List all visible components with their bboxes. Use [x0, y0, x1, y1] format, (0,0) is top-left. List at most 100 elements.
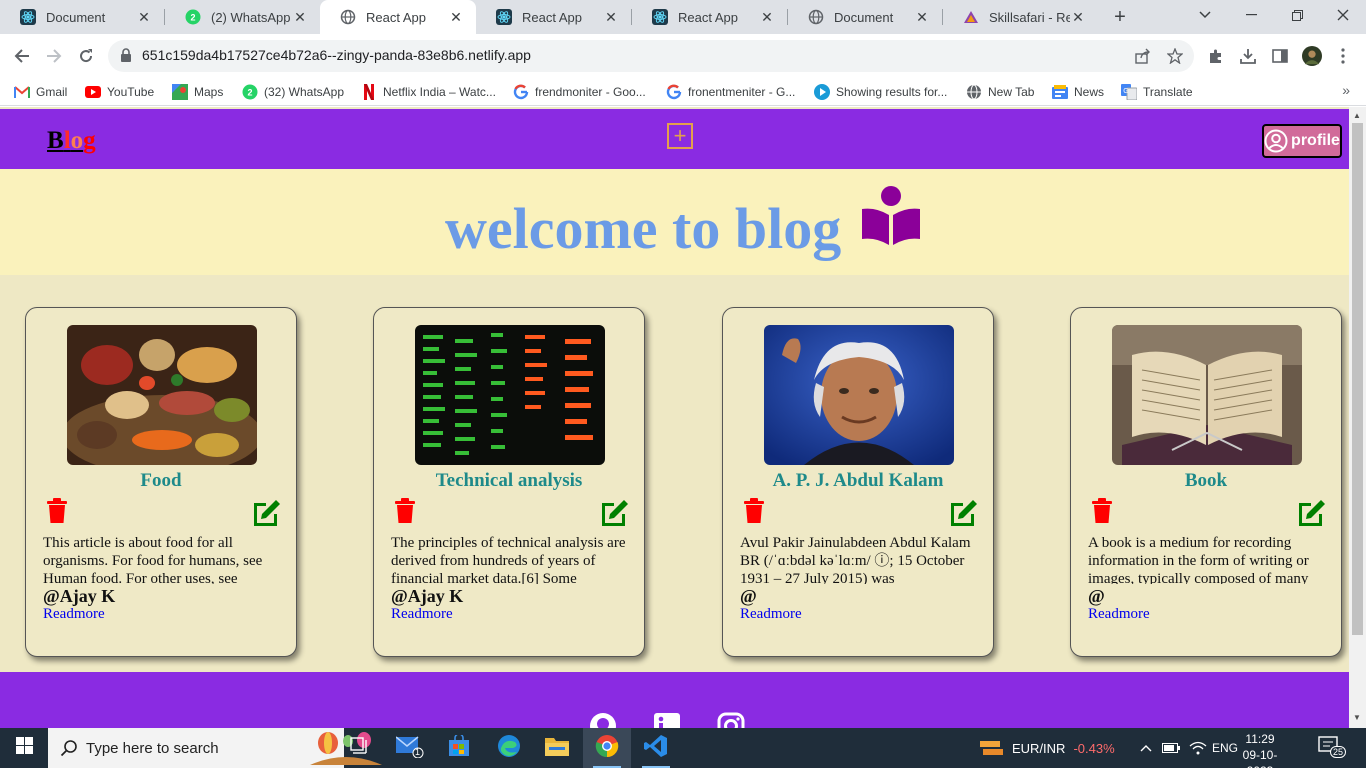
url-text: 651c159da4b17527ce4b72a6--zingy-panda-83…: [142, 47, 531, 63]
close-icon[interactable]: ✕: [136, 9, 152, 25]
news-icon: [1052, 84, 1068, 100]
trash-icon[interactable]: [46, 498, 68, 524]
profile-avatar-icon[interactable]: [1302, 46, 1322, 66]
bookmark-new-tab[interactable]: New Tab: [966, 82, 1034, 102]
card-title: Food: [140, 470, 182, 491]
linkedin-icon[interactable]: [653, 712, 681, 728]
readmore-link[interactable]: Readmore: [391, 606, 453, 623]
show-hidden-icons-button[interactable]: [1140, 728, 1152, 768]
instagram-icon[interactable]: [717, 712, 745, 728]
svg-text:2: 2: [247, 88, 252, 98]
bookmark-gmail[interactable]: Gmail: [14, 82, 67, 102]
scrollbar-thumb[interactable]: [1352, 123, 1363, 635]
taskbar-search-box[interactable]: Type here to search: [48, 728, 382, 768]
chrome-menu-icon[interactable]: [1333, 46, 1353, 66]
site-logo[interactable]: Blog: [47, 127, 96, 155]
back-button[interactable]: [9, 43, 35, 69]
tab-title: Skillsafari - Resu: [989, 9, 1070, 25]
taskbar-vscode[interactable]: [632, 728, 680, 768]
taskbar-store[interactable]: [435, 728, 483, 768]
edit-icon[interactable]: [1297, 498, 1327, 526]
readmore-link[interactable]: Readmore: [740, 606, 802, 623]
forward-button[interactable]: [41, 43, 67, 69]
windows-taskbar: Type here to search 1 EUR/INR -0.43% ENG…: [0, 728, 1366, 768]
card-author: @Ajay K: [391, 586, 464, 606]
post-card-abdul-kalam: A. P. J. Abdul Kalam Avul Pakir Jainulab…: [722, 307, 994, 657]
bookmarks-overflow-chevron-icon[interactable]: »: [1342, 82, 1350, 98]
tab-skillsafari[interactable]: Skillsafari - Resu ✕: [943, 0, 1098, 34]
card-title: A. P. J. Abdul Kalam: [772, 470, 944, 491]
close-icon[interactable]: ✕: [603, 9, 619, 25]
share-icon[interactable]: [1134, 47, 1152, 65]
battery-status[interactable]: [1162, 728, 1180, 768]
edit-icon[interactable]: [252, 498, 282, 526]
notification-center-button[interactable]: 25: [1318, 736, 1348, 760]
tab-whatsapp[interactable]: 2 (2) WhatsApp ✕: [165, 0, 320, 34]
close-icon[interactable]: ✕: [759, 9, 775, 25]
edit-icon[interactable]: [600, 498, 630, 526]
network-status[interactable]: [1189, 728, 1207, 768]
taskbar-chrome[interactable]: [583, 728, 631, 768]
taskbar-mail[interactable]: 1: [386, 728, 434, 768]
restore-button[interactable]: [1274, 0, 1320, 30]
bookmark-news[interactable]: News: [1052, 82, 1104, 102]
tab-react-app-3[interactable]: React App ✕: [632, 0, 787, 34]
trash-icon[interactable]: [1091, 498, 1113, 524]
trash-icon[interactable]: [394, 498, 416, 524]
lock-icon[interactable]: [120, 48, 132, 68]
tab-react-app-2[interactable]: React App ✕: [476, 0, 631, 34]
react-icon: [496, 9, 512, 25]
tab-react-app-active[interactable]: React App ✕: [320, 0, 476, 34]
side-panel-icon[interactable]: [1270, 46, 1290, 66]
scroll-up-arrow-icon[interactable]: ▲: [1353, 111, 1361, 120]
new-tab-button[interactable]: +: [1108, 5, 1132, 29]
taskbar-clock[interactable]: 11:29 09-10-2023: [1232, 731, 1288, 768]
readmore-link[interactable]: Readmore: [43, 606, 105, 623]
bookmark-whatsapp[interactable]: 2 (32) WhatsApp: [242, 82, 344, 102]
bookmark-label: Showing results for...: [836, 85, 948, 99]
maps-icon: [172, 84, 188, 100]
readmore-link[interactable]: Readmore: [1088, 606, 1150, 623]
reload-button[interactable]: [73, 43, 99, 69]
play-icon: [814, 84, 830, 100]
extensions-icon[interactable]: [1206, 46, 1226, 66]
task-view-button[interactable]: [336, 728, 384, 768]
ticker-widget[interactable]: EUR/INR -0.43%: [980, 728, 1115, 768]
youtube-icon: [85, 84, 101, 100]
bookmark-star-icon[interactable]: [1166, 47, 1184, 65]
download-icon[interactable]: [1238, 46, 1258, 66]
bookmark-translate[interactable]: G Translate: [1121, 82, 1193, 102]
page-scrollbar[interactable]: ▲ ▼: [1349, 107, 1366, 728]
bookmark-maps[interactable]: Maps: [172, 82, 223, 102]
bookmark-fronentmeniter[interactable]: fronentmeniter - G...: [666, 82, 795, 102]
bookmark-frendmoniter[interactable]: frendmoniter - Goo...: [513, 82, 646, 102]
close-icon[interactable]: ✕: [448, 9, 464, 25]
taskbar-edge[interactable]: [485, 728, 533, 768]
close-icon[interactable]: ✕: [914, 9, 930, 25]
trash-icon[interactable]: [743, 498, 765, 524]
minimize-button[interactable]: [1228, 0, 1274, 30]
store-icon: [448, 732, 470, 762]
github-icon[interactable]: [589, 712, 617, 728]
globe-icon: [808, 9, 824, 25]
edit-icon[interactable]: [949, 498, 979, 526]
close-icon[interactable]: ✕: [1070, 9, 1086, 25]
close-icon[interactable]: ✕: [292, 9, 308, 25]
card-description: Avul Pakir Jainulabdeen Abdul Kalam BR (…: [740, 535, 971, 584]
tab-search-chevron-icon[interactable]: [1182, 0, 1228, 30]
mail-badge: 1: [415, 747, 421, 757]
card-description: This article is about food for all organ…: [43, 535, 263, 584]
start-button[interactable]: [0, 728, 48, 768]
address-bar[interactable]: 651c159da4b17527ce4b72a6--zingy-panda-83…: [108, 40, 1194, 72]
scroll-down-arrow-icon[interactable]: ▼: [1353, 713, 1361, 722]
tab-document-1[interactable]: Document ✕: [0, 0, 164, 34]
profile-button[interactable]: profile: [1262, 124, 1342, 158]
bookmark-showing-results[interactable]: Showing results for...: [814, 82, 947, 102]
add-post-button[interactable]: +: [667, 123, 693, 149]
bookmark-netflix[interactable]: Netflix India – Watc...: [361, 82, 496, 102]
close-window-button[interactable]: [1320, 0, 1366, 30]
svg-text:2: 2: [190, 13, 195, 23]
bookmark-youtube[interactable]: YouTube: [85, 82, 154, 102]
tab-document-2[interactable]: Document ✕: [788, 0, 942, 34]
taskbar-file-explorer[interactable]: [533, 728, 581, 768]
